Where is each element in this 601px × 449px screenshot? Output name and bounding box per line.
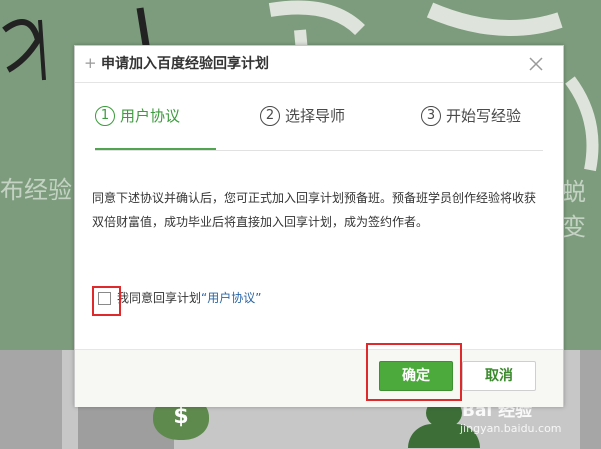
cancel-button[interactable]: 取消	[462, 361, 536, 391]
step-user-agreement: 1 用户协议	[95, 104, 216, 152]
step-choose-mentor: 2 选择导师	[260, 104, 370, 152]
step-indicator: 1 用户协议 2 选择导师 3 开始写经验	[95, 104, 543, 154]
agree-label: 我同意回享计划“用户协议”	[117, 290, 261, 306]
step-number: 2	[260, 106, 280, 126]
watermark-url: jingyan.baidu.com	[460, 422, 562, 435]
step-start-writing: 3 开始写经验	[421, 104, 545, 152]
agree-label-prefix: 我同意回享计划	[117, 291, 202, 305]
step-label: 开始写经验	[446, 107, 522, 125]
step-label: 用户协议	[120, 107, 181, 125]
plus-icon: +	[84, 54, 97, 72]
step-label: 选择导师	[285, 107, 346, 125]
apply-dialog: + 申请加入百度经验回享计划 1 用户协议 2 选择导师 3 开始写经验 同意下…	[74, 45, 564, 407]
agreement-row: 我同意回享计划“用户协议”	[95, 290, 395, 310]
dialog-title: 申请加入百度经验回享计划	[101, 56, 269, 72]
checkbox-highlight	[92, 286, 121, 316]
background-text-left: 布经验	[0, 176, 72, 204]
user-agreement-link[interactable]: “用户协议”	[201, 291, 261, 305]
confirm-highlight	[366, 343, 462, 401]
steps-divider	[95, 150, 543, 151]
background-text-right: 蜕变	[562, 178, 586, 241]
step-number: 1	[95, 106, 115, 126]
agreement-description: 同意下述协议并确认后，您可正式加入回享计划预备班。预备班学员创作经验将收获双倍财…	[92, 191, 537, 229]
step-number: 3	[421, 106, 441, 126]
dialog-header: + 申请加入百度经验回享计划	[75, 46, 563, 83]
close-icon[interactable]	[527, 55, 545, 73]
